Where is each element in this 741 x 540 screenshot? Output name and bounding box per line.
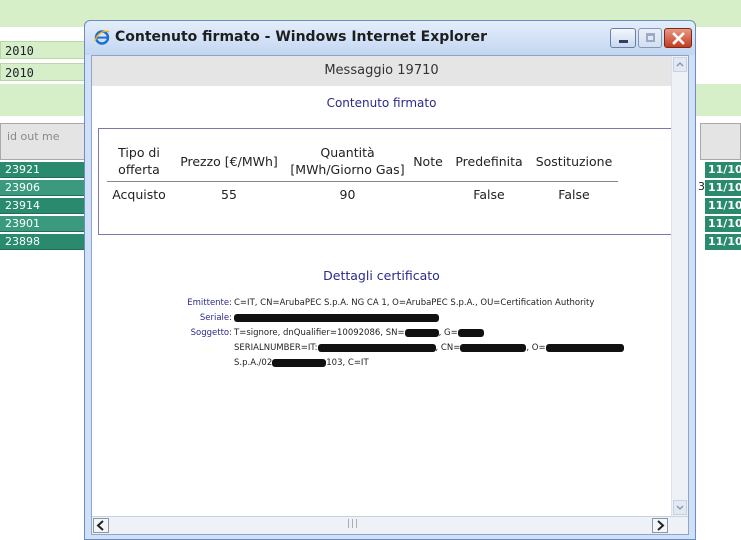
background-row-date: 11/10 (705, 180, 741, 196)
emittente-value: C=IT, CN=ArubaPEC S.p.A. NG CA 1, O=Arub… (234, 298, 595, 308)
redacted-text (404, 328, 439, 337)
scroll-left-button[interactable] (93, 518, 109, 533)
soggetto-label: Soggetto: (190, 328, 232, 338)
cell-prezzo: 55 (221, 187, 237, 202)
background-row-id[interactable]: 23906 (0, 180, 92, 196)
cell-tipo: Acquisto (112, 187, 166, 202)
soggetto-text: S.p.A./02 (234, 358, 273, 368)
soggetto-text: SERIALNUMBER=IT: (234, 343, 318, 353)
window-title: Contenuto firmato - Windows Internet Exp… (115, 29, 487, 45)
offer-table: Tipo di offerta Prezzo [€/MWh] Quantità … (107, 141, 618, 208)
column-header-note: Note (408, 141, 448, 182)
redacted-text (317, 343, 436, 352)
column-header-sostituzione: Sostituzione (530, 141, 618, 182)
certificate-title: Dettagli certificato (323, 268, 440, 283)
soggetto-value: T=signore, dnQualifier=10092086, SN= , G=… (234, 326, 652, 371)
chevron-right-icon (657, 520, 665, 531)
background-stray-text: 3 (698, 180, 705, 193)
minimize-icon (619, 40, 628, 43)
ie-popup-window: Contenuto firmato - Windows Internet Exp… (84, 20, 696, 540)
maximize-button (638, 28, 662, 48)
close-icon (672, 32, 685, 45)
window-content: Messaggio 19710 Contenuto firmato Tipo d… (91, 55, 689, 535)
message-header: Messaggio 19710 (92, 56, 671, 86)
background-row-date: 11/10 (705, 234, 741, 250)
background-date-cell: 2010 (0, 41, 90, 59)
column-header-tipo: Tipo di offerta (107, 141, 171, 182)
signed-content-box: Tipo di offerta Prezzo [€/MWh] Quantità … (98, 128, 671, 235)
scroll-grip-icon: ||| (347, 519, 360, 529)
cell-note (408, 182, 448, 209)
maximize-icon (646, 33, 655, 42)
soggetto-text: T=signore, dnQualifier=10092086, SN= (234, 328, 405, 338)
cell-sostituzione: False (558, 187, 590, 202)
chevron-down-icon (676, 505, 684, 511)
soggetto-text: , CN= (435, 343, 461, 353)
scroll-up-button[interactable] (673, 57, 687, 72)
certificate-details: Emittente: C=IT, CN=ArubaPEC S.p.A. NG C… (152, 296, 652, 371)
redacted-text (457, 328, 484, 337)
emittente-label: Emittente: (187, 298, 232, 308)
redacted-text (545, 343, 624, 352)
background-row-date: 11/10 (705, 216, 741, 232)
horizontal-scrollbar[interactable]: ||| (92, 516, 688, 534)
message-subtitle: Contenuto firmato (326, 96, 437, 110)
scroll-right-button[interactable] (652, 518, 668, 533)
soggetto-text: , G= (438, 328, 458, 338)
background-row-id[interactable]: 23898 (0, 234, 92, 250)
column-header-prezzo: Prezzo [€/MWh] (171, 141, 287, 182)
soggetto-text: , O= (526, 343, 546, 353)
ie-icon (94, 30, 110, 45)
chevron-left-icon (96, 520, 104, 531)
redacted-text (460, 343, 527, 352)
chevron-up-icon (676, 61, 684, 67)
seriale-label: Seriale: (199, 313, 232, 323)
column-header-quantita: Quantità [MWh/Giorno Gas] (287, 141, 408, 182)
scroll-down-button[interactable] (673, 500, 687, 515)
table-row: Acquisto 55 90 False False (107, 182, 618, 209)
background-row-date: 11/10 (705, 198, 741, 214)
cell-quantita: 90 (339, 187, 356, 202)
background-column-header-date[interactable] (700, 123, 741, 160)
minimize-button[interactable] (610, 28, 636, 48)
background-column-header-id[interactable]: id out me (0, 123, 92, 160)
close-button[interactable] (664, 28, 692, 48)
background-row-date: 11/10 (705, 162, 741, 178)
column-header-predefinita: Predefinita (448, 141, 530, 182)
window-titlebar[interactable]: Contenuto firmato - Windows Internet Exp… (85, 21, 695, 55)
background-row-id[interactable]: 23921 (0, 162, 92, 178)
background-date-cell: 2010 (0, 63, 90, 81)
background-row-id[interactable]: 23901 (0, 216, 92, 232)
soggetto-text: 103, C=IT (326, 358, 369, 368)
vertical-scrollbar[interactable] (671, 56, 688, 516)
background-row-id[interactable]: 23914 (0, 198, 92, 214)
cell-predefinita: False (473, 187, 505, 202)
redacted-text (272, 358, 327, 367)
redacted-serial (234, 313, 439, 322)
